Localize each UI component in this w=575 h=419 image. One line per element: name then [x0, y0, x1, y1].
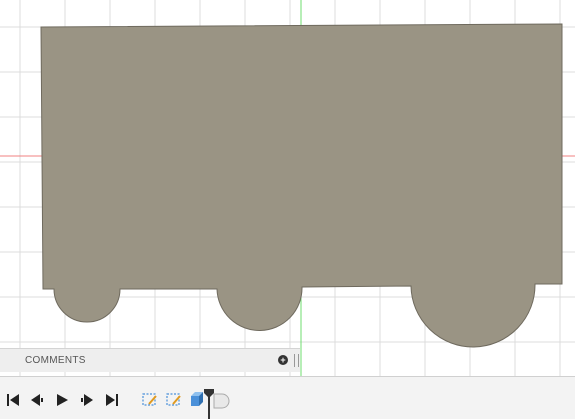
skip-to-end-icon[interactable]	[105, 393, 119, 407]
sketch-feature-icon[interactable]	[141, 391, 159, 409]
plus-circle-icon[interactable]: +	[278, 355, 288, 365]
comments-panel[interactable]: COMMENTS +	[0, 348, 300, 372]
step-back-icon[interactable]	[30, 393, 44, 407]
panel-resize-handle-icon[interactable]	[294, 354, 299, 367]
step-forward-icon[interactable]	[80, 393, 94, 407]
design-canvas[interactable]	[0, 0, 575, 376]
canvas-viewport[interactable]: COMMENTS +	[0, 0, 575, 376]
fillet-feature-icon[interactable]	[212, 392, 230, 410]
comments-label: COMMENTS	[25, 355, 86, 366]
timeline-bar	[0, 376, 575, 419]
skip-to-start-icon[interactable]	[6, 393, 20, 407]
sketch-feature-icon[interactable]	[165, 391, 183, 409]
play-icon[interactable]	[55, 393, 69, 407]
